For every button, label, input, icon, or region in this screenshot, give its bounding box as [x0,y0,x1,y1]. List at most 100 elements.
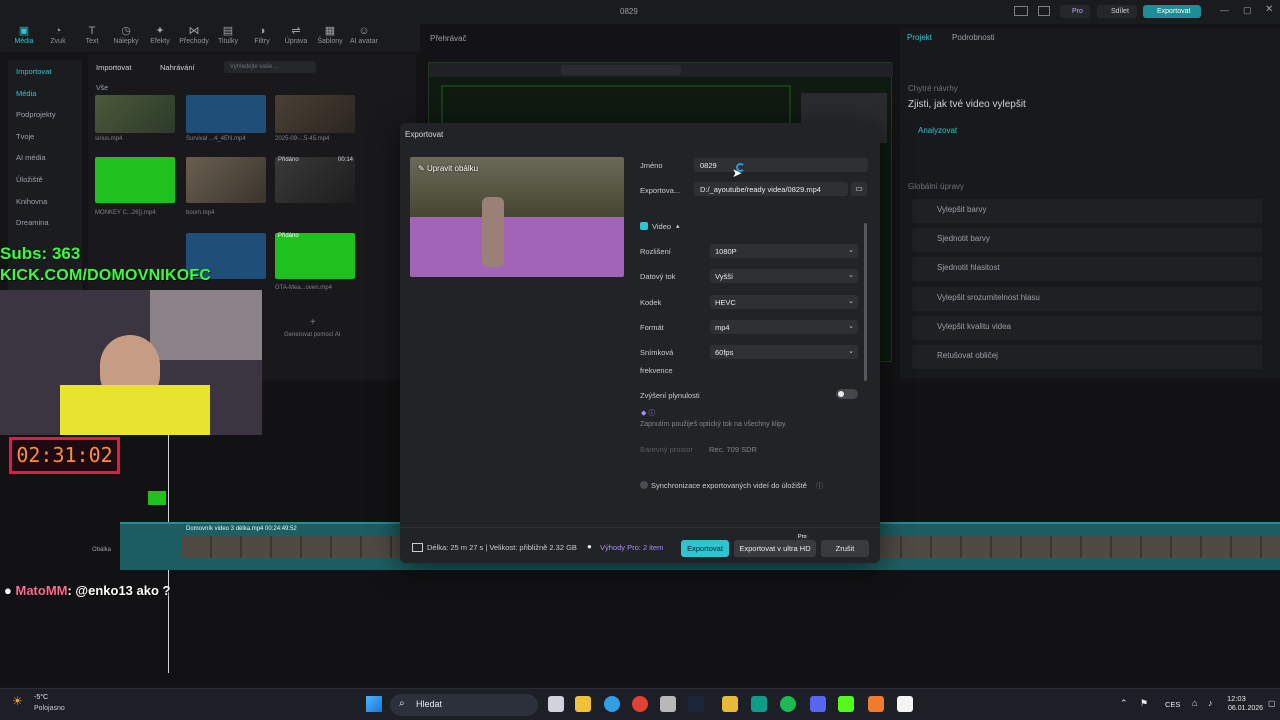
resolution-select[interactable]: 1080P ⌄ [710,244,858,258]
export-button[interactable]: Exportovat [681,540,729,557]
close-icon[interactable]: ✕ [1265,4,1273,15]
media-thumb[interactable] [275,157,355,203]
layout-icon[interactable] [1014,6,1028,16]
app-icon-4[interactable] [868,696,884,712]
nav-ai-media[interactable]: AI média [8,146,82,168]
share-button[interactable]: Sdílet [1097,5,1137,18]
tool-transitions[interactable]: ⋈ Přechody [178,24,210,52]
tab-details[interactable]: Podrobnosti [952,33,995,42]
adjust-icon: ⇌ [291,25,301,37]
collapse-icon[interactable]: ▴ [676,222,680,230]
bitrate-select[interactable]: Vyšší ⌄ [710,269,858,283]
notification-icon[interactable]: ▢ [1268,699,1276,708]
record-button[interactable]: Nahrávání [160,63,195,72]
smoothness-toggle[interactable] [836,389,858,399]
sync-checkbox[interactable] [640,481,648,489]
nav-media[interactable]: Média [8,82,82,104]
tool-ai-avatar[interactable]: ☺ AI avatar [348,24,380,52]
unify-volume-item[interactable]: Sjednotit hlasitost [912,257,1262,281]
voice-clarity-item[interactable]: Vylepšit srozumitelnost hlasu [912,287,1262,311]
weather-desc[interactable]: Polojasno [34,705,65,712]
edit-cover-button[interactable]: ✎ Upravit obálku [418,164,478,173]
framerate-select[interactable]: 60fps ⌄ [710,345,858,359]
pro-benefits-link[interactable]: Výhody Pro: 2 item [600,543,663,552]
network-icon[interactable]: ⌂ [1192,698,1197,708]
kick-icon[interactable] [838,696,854,712]
video-quality-item[interactable]: Vylepšit kvalitu videa [912,316,1262,340]
tool-filters[interactable]: ◑ Filtry [246,24,278,52]
tray-app-icon[interactable]: ⚑ [1140,698,1148,709]
tool-stickers[interactable]: ◷ Nálepky [110,24,142,52]
enhance-colors-item[interactable]: Vylepšit barvy [912,199,1262,223]
media-thumb[interactable] [95,95,175,133]
tool-captions[interactable]: ▤ Titulky [212,24,244,52]
video-section-label[interactable]: Video [652,222,671,231]
analyze-button[interactable]: Analyzovat [918,126,957,135]
nav-subprojects[interactable]: Podprojekty [8,103,82,125]
media-thumb[interactable] [186,157,266,203]
nav-library[interactable]: Knihovna [8,190,82,212]
start-icon[interactable] [366,696,382,712]
chrome-icon[interactable] [632,696,648,712]
face-retouch-item[interactable]: Retušovat obličej [912,345,1262,369]
pro-button[interactable]: Pro [1060,5,1090,18]
clock-date[interactable]: 06.01.2026 [1228,705,1263,712]
media-search-input[interactable]: Vyhledejte vaše ... [224,61,316,73]
media-thumb[interactable] [275,95,355,133]
green-clip[interactable] [148,491,166,505]
tab-project[interactable]: Projekt [907,33,932,42]
name-input[interactable]: 0829 [694,158,868,172]
capcut-icon[interactable] [897,696,913,712]
maximize-icon[interactable]: ▢ [1243,5,1252,16]
format-select[interactable]: mp4 ⌄ [710,320,858,334]
video-checkbox[interactable] [640,222,648,230]
stream-timer: 02:31:02 [9,437,120,474]
tool-effects[interactable]: ✦ Efekty [144,24,176,52]
weather-temp[interactable]: -5°C [34,694,48,701]
clock-time[interactable]: 12:03 [1227,694,1246,703]
cover-label[interactable]: Obálka [92,547,111,553]
dialog-scrollbar[interactable] [864,223,867,381]
folder-icon[interactable]: ▭ [851,182,867,196]
spotify-icon[interactable] [780,696,796,712]
nav-storage[interactable]: Úložiště [8,168,82,190]
export-uhd-button[interactable]: Exportovat v ultra HD [734,540,816,557]
nav-yours[interactable]: Tvoje [8,125,82,147]
tool-templates[interactable]: ▦ Šablony [314,24,346,52]
panel-icon[interactable] [1038,6,1050,16]
export-path-input[interactable]: D:/_ayoutube/ready videa/0829.mp4 [694,182,848,196]
discord-icon[interactable] [810,696,826,712]
tool-text[interactable]: T Text [76,24,108,52]
nav-import[interactable]: Importovat [8,60,82,82]
unify-colors-item[interactable]: Sjednotit barvy [912,228,1262,252]
file-explorer-icon[interactable] [575,696,591,712]
app-icon-2[interactable] [722,696,738,712]
edge-icon[interactable] [604,696,620,712]
taskbar-search[interactable]: ⌕ Hledat [390,694,538,716]
nav-dreamina[interactable]: Dreamina [8,211,82,233]
pro-badge: Pro [796,534,809,540]
media-thumb[interactable] [186,95,266,133]
media-thumb[interactable] [95,157,175,203]
tool-adjust[interactable]: ⇌ Úprava [280,24,312,52]
filter-all[interactable]: Vše [96,85,108,92]
generate-ai-button[interactable]: Generovat pomocí AI [284,332,340,338]
chevron-down-icon: ⌄ [848,323,854,330]
steam-icon[interactable] [688,696,704,712]
app-icon-3[interactable] [751,696,767,712]
media-thumb[interactable] [275,233,355,279]
codec-select[interactable]: HEVC ⌄ [710,295,858,309]
app-icon[interactable] [660,696,676,712]
task-view-icon[interactable] [548,696,564,712]
language-indicator[interactable]: CES [1165,700,1180,709]
weather-icon[interactable]: ☀ [12,694,23,708]
tool-media[interactable]: ▣ Média [8,24,40,52]
import-button[interactable]: Importovat [96,63,131,72]
tray-chevron-icon[interactable]: ⌃ [1120,698,1128,709]
minimize-icon[interactable]: — [1220,5,1229,15]
sync-label: Synchronizace exportovaných videí do úlo… [651,481,807,490]
top-export-button[interactable]: Exportovat [1143,5,1201,18]
cancel-button[interactable]: Zrušit [821,540,869,557]
tool-audio[interactable]: ◔ Zvuk [42,24,74,52]
volume-icon[interactable]: ♪ [1208,698,1213,708]
